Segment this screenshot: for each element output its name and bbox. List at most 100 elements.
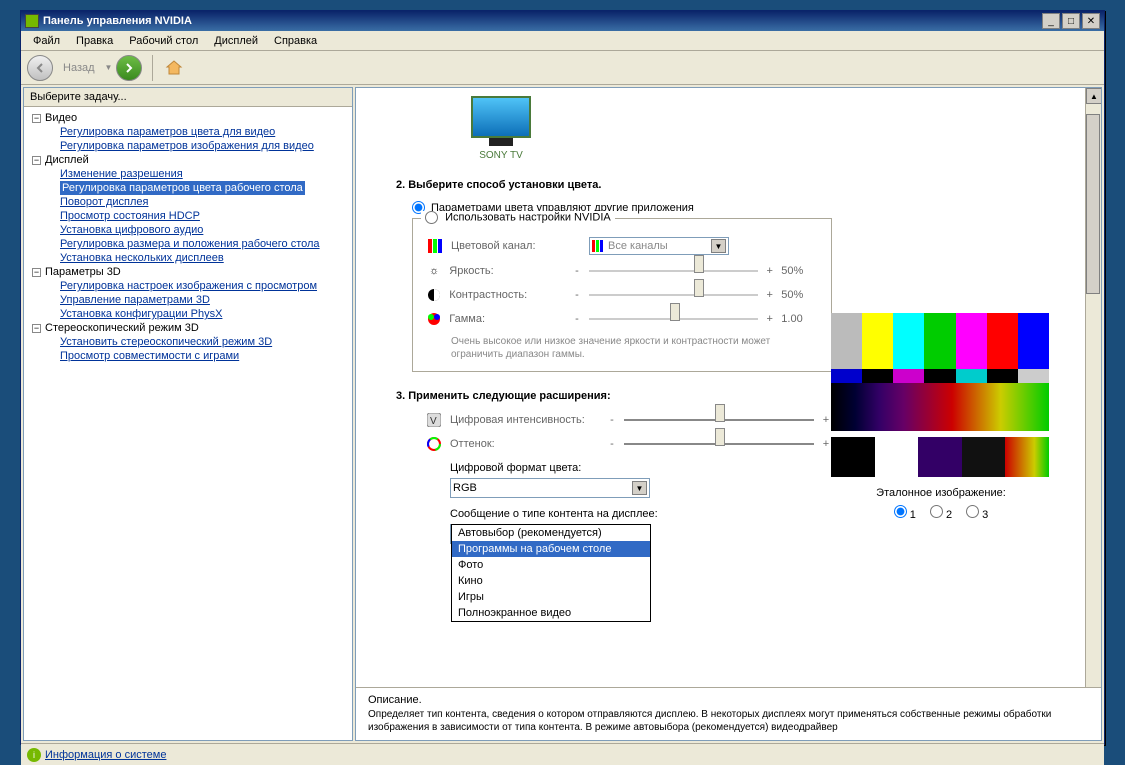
- plus-icon: +: [766, 289, 773, 301]
- tree-item[interactable]: Установка цифрового аудио: [26, 223, 350, 237]
- minus-icon: -: [608, 414, 616, 426]
- slider-thumb[interactable]: [715, 428, 725, 446]
- description-heading: Описание.: [368, 694, 1089, 706]
- brightness-icon: ☼: [427, 263, 441, 279]
- tree-item[interactable]: Поворот дисплея: [26, 195, 350, 209]
- contrast-slider[interactable]: [589, 287, 759, 303]
- contrast-label: Контрастность:: [449, 289, 565, 301]
- channel-value: Все каналы: [608, 240, 668, 252]
- minimize-button[interactable]: _: [1042, 13, 1060, 29]
- contrast-icon: [427, 287, 441, 303]
- nvidia-settings-group: Использовать настройки NVIDIA Цветовой к…: [412, 218, 832, 372]
- tree-toggle[interactable]: −: [32, 324, 41, 333]
- contrast-value: 50%: [781, 289, 817, 301]
- toolbar: Назад ▼: [21, 51, 1104, 85]
- system-info-link[interactable]: Информация о системе: [45, 749, 166, 761]
- tree-category[interactable]: Стереоскопический режим 3D: [45, 322, 199, 334]
- ref-radio-1[interactable]: 1: [894, 505, 916, 521]
- display-selector[interactable]: SONY TV: [456, 96, 546, 161]
- tree-toggle[interactable]: −: [32, 156, 41, 165]
- brightness-value: 50%: [781, 265, 817, 277]
- menu-help[interactable]: Справка: [266, 33, 325, 49]
- menu-file[interactable]: Файл: [25, 33, 68, 49]
- gamma-icon: [427, 311, 441, 327]
- popup-option[interactable]: Игры: [452, 589, 650, 605]
- radio-nvidia[interactable]: [425, 211, 438, 224]
- slider-thumb[interactable]: [715, 404, 725, 422]
- popup-option[interactable]: Автовыбор (рекомендуется): [452, 525, 650, 541]
- tree-item[interactable]: Регулировка настроек изображения с просм…: [26, 279, 350, 293]
- popup-option[interactable]: Полноэкранное видео: [452, 605, 650, 621]
- scroll-track[interactable]: [1086, 104, 1101, 724]
- tree-toggle[interactable]: −: [32, 114, 41, 123]
- slider-thumb[interactable]: [670, 303, 680, 321]
- back-button[interactable]: [27, 55, 53, 81]
- tree-item[interactable]: Изменение разрешения: [26, 167, 350, 181]
- digital-slider[interactable]: [624, 412, 814, 428]
- reference-label: Эталонное изображение:: [831, 487, 1051, 499]
- tree-item[interactable]: Регулировка размера и положения рабочего…: [26, 237, 350, 251]
- tree-category[interactable]: Видео: [45, 112, 77, 124]
- tree-toggle[interactable]: −: [32, 268, 41, 277]
- menu-desktop[interactable]: Рабочий стол: [121, 33, 206, 49]
- window-controls: _ □ ✕: [1042, 13, 1100, 29]
- menu-display[interactable]: Дисплей: [206, 33, 266, 49]
- brightness-label: Яркость:: [449, 265, 565, 277]
- vertical-scrollbar[interactable]: ▲ ▼: [1085, 88, 1101, 740]
- scroll-thumb[interactable]: [1086, 114, 1100, 294]
- tree-item[interactable]: Просмотр совместимости с играми: [26, 349, 350, 363]
- tree-item[interactable]: Регулировка параметров цвета для видео: [26, 125, 350, 139]
- channel-select[interactable]: Все каналы ▼: [589, 237, 729, 255]
- maximize-button[interactable]: □: [1062, 13, 1080, 29]
- app-window: Панель управления NVIDIA _ □ ✕ Файл Прав…: [20, 10, 1105, 745]
- close-button[interactable]: ✕: [1082, 13, 1100, 29]
- menu-edit[interactable]: Правка: [68, 33, 121, 49]
- titlebar[interactable]: Панель управления NVIDIA _ □ ✕: [21, 11, 1104, 31]
- tree-item[interactable]: Управление параметрами 3D: [26, 293, 350, 307]
- slider-thumb[interactable]: [694, 255, 704, 273]
- content-body: SONY TV 2. Выберите способ установки цве…: [356, 88, 1085, 740]
- task-tree[interactable]: −ВидеоРегулировка параметров цвета для в…: [24, 107, 352, 740]
- popup-option[interactable]: Фото: [452, 557, 650, 573]
- popup-option[interactable]: Программы на рабочем столе: [452, 541, 650, 557]
- nvidia-icon: [25, 14, 39, 28]
- tree-item[interactable]: Регулировка параметров цвета рабочего ст…: [26, 181, 350, 195]
- digital-vibrance-icon: V: [426, 412, 442, 428]
- tree-item[interactable]: Просмотр состояния HDCP: [26, 209, 350, 223]
- gamma-value: 1.00: [781, 313, 817, 325]
- chevron-down-icon: ▼: [711, 239, 726, 253]
- tree-category[interactable]: Дисплей: [45, 154, 89, 166]
- monitor-label: SONY TV: [456, 150, 546, 161]
- menubar: Файл Правка Рабочий стол Дисплей Справка: [21, 31, 1104, 51]
- forward-button[interactable]: [116, 55, 142, 81]
- contentmsg-popup[interactable]: Автовыбор (рекомендуется)Программы на ра…: [451, 524, 651, 622]
- tree-item[interactable]: Установка конфигурации PhysX: [26, 307, 350, 321]
- tree-item[interactable]: Регулировка параметров изображения для в…: [26, 139, 350, 153]
- ref-radio-2[interactable]: 2: [930, 505, 952, 521]
- tree-item[interactable]: Установить стереоскопический режим 3D: [26, 335, 350, 349]
- tree-item[interactable]: Установка нескольких дисплеев: [26, 251, 350, 265]
- testcard-image: [831, 313, 1049, 431]
- slider-thumb[interactable]: [694, 279, 704, 297]
- tree-category[interactable]: Параметры 3D: [45, 266, 121, 278]
- statusbar: i Информация о системе: [21, 743, 1104, 765]
- toolbar-separator: [152, 55, 153, 81]
- arrow-left-icon: [34, 62, 46, 74]
- colorfmt-select[interactable]: RGB ▼: [450, 478, 650, 498]
- ref-radio-3[interactable]: 3: [966, 505, 988, 521]
- gamma-slider[interactable]: [589, 311, 759, 327]
- minus-icon: -: [608, 438, 616, 450]
- task-sidebar: Выберите задачу... −ВидеоРегулировка пар…: [23, 87, 353, 741]
- reference-panel: Эталонное изображение: 1 2 3: [831, 313, 1051, 521]
- channel-icon: [427, 238, 443, 254]
- popup-option[interactable]: Кино: [452, 573, 650, 589]
- hue-slider[interactable]: [624, 436, 814, 452]
- home-button[interactable]: [163, 57, 185, 79]
- brightness-slider[interactable]: [589, 263, 759, 279]
- gamma-note: Очень высокое или низкое значение яркост…: [451, 335, 817, 361]
- scroll-up-button[interactable]: ▲: [1086, 88, 1102, 104]
- gamma-label: Гамма:: [449, 313, 565, 325]
- minus-icon: -: [573, 313, 580, 325]
- minus-icon: -: [573, 265, 580, 277]
- back-dropdown-icon[interactable]: ▼: [105, 63, 113, 72]
